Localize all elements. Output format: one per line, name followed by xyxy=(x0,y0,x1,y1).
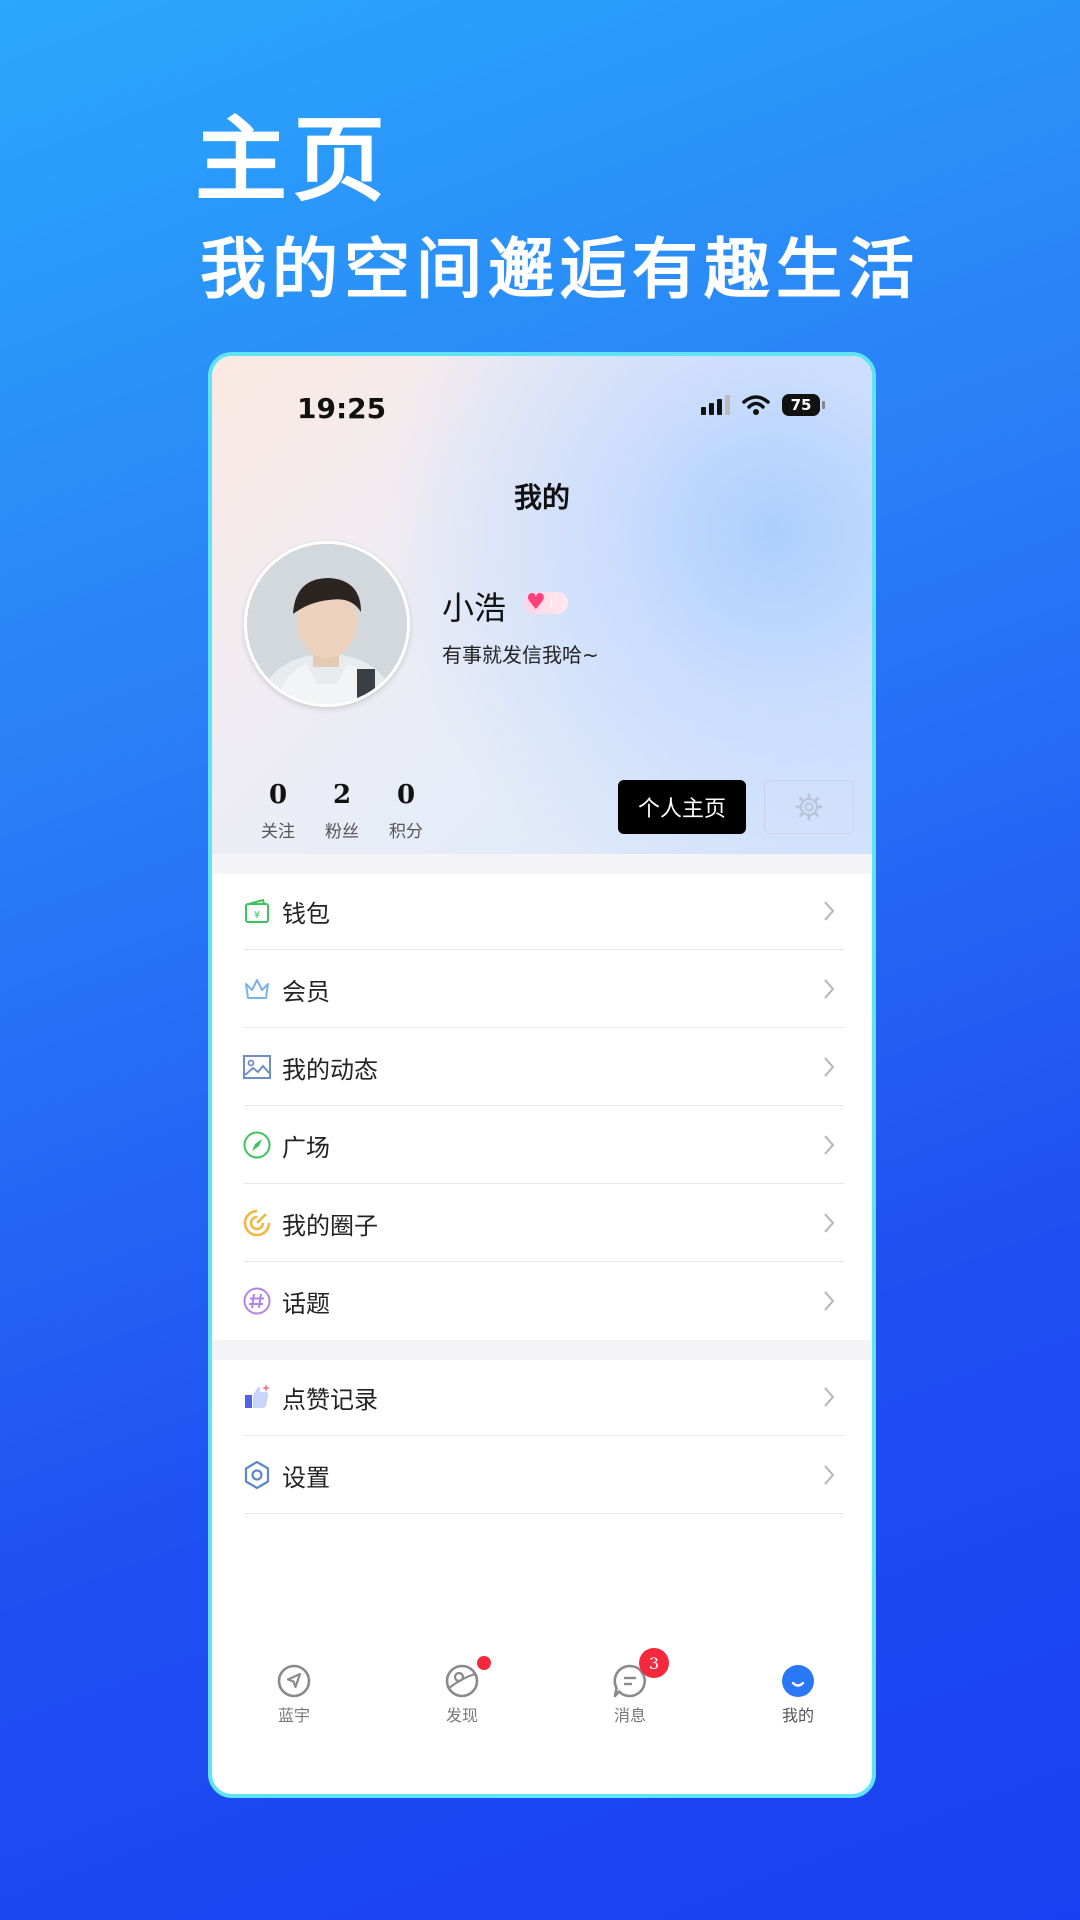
gear-icon xyxy=(795,793,823,821)
menu-item-my-circles[interactable]: 我的圈子 xyxy=(212,1184,872,1262)
like-icon xyxy=(242,1382,272,1412)
chevron-right-icon xyxy=(824,1213,835,1233)
hero-subtitle: 我的空间邂逅有趣生活 xyxy=(200,231,920,308)
hashtag-icon xyxy=(242,1286,272,1316)
user-name: 小浩 xyxy=(442,589,507,627)
menu-item-wallet[interactable]: ¥ 钱包 xyxy=(212,872,872,950)
compass-icon xyxy=(242,1130,272,1160)
personal-home-button[interactable]: 个人主页 xyxy=(618,780,746,834)
chevron-right-icon xyxy=(824,1387,835,1407)
page-title: 我的 xyxy=(513,481,570,514)
bottom-tab-bar: 蓝宇 发现 3 消息 我的 xyxy=(212,1648,872,1744)
stat-label: 粉丝 xyxy=(325,822,359,843)
menu-label: 广场 xyxy=(282,1133,330,1162)
image-icon xyxy=(242,1052,272,1082)
heart-icon: ♥ xyxy=(526,590,546,615)
chevron-right-icon xyxy=(824,1057,835,1077)
menu-label: 会员 xyxy=(282,977,330,1006)
tab-lanyu[interactable]: 蓝宇 xyxy=(254,1664,334,1726)
user-bio: 有事就发信我哈~ xyxy=(442,643,599,667)
chevron-right-icon xyxy=(824,1465,835,1485)
tab-label: 我的 xyxy=(781,1706,814,1725)
navigate-icon xyxy=(277,1664,311,1698)
menu-label: 我的圈子 xyxy=(282,1211,378,1240)
svg-text:¥: ¥ xyxy=(254,910,260,921)
menu-item-settings[interactable]: 设置 xyxy=(212,1436,872,1514)
tab-label: 消息 xyxy=(613,1706,646,1725)
section-divider xyxy=(212,854,872,874)
phone-frame: 19:25 75 我的 小浩 ♥ 1 有事就发信我哈~ 0 关注 2 粉丝 0 … xyxy=(208,352,876,1798)
menu-item-topics[interactable]: 话题 xyxy=(212,1262,872,1340)
level-number: 1 xyxy=(547,596,555,610)
tab-messages[interactable]: 3 消息 xyxy=(590,1648,670,1726)
stat-following[interactable]: 0 关注 xyxy=(246,780,310,842)
stat-points[interactable]: 0 积分 xyxy=(374,780,438,842)
menu-label: 点赞记录 xyxy=(282,1385,378,1414)
wallet-icon: ¥ xyxy=(242,896,272,926)
menu-item-square[interactable]: 广场 xyxy=(212,1106,872,1184)
settings-gear-button[interactable] xyxy=(764,780,854,834)
menu-label: 钱包 xyxy=(282,899,330,928)
menu-label: 我的动态 xyxy=(282,1055,378,1084)
crown-icon xyxy=(242,974,272,1004)
level-badge: ♥ 1 xyxy=(524,592,568,614)
chevron-right-icon xyxy=(824,1291,835,1311)
stat-label: 积分 xyxy=(389,822,423,843)
circle-icon xyxy=(242,1208,272,1238)
tab-discover[interactable]: 发现 xyxy=(422,1656,502,1726)
discover-icon xyxy=(445,1656,491,1698)
wifi-icon xyxy=(742,395,770,415)
status-time: 19:25 xyxy=(297,392,387,425)
chevron-right-icon xyxy=(824,1135,835,1155)
stat-value: 0 xyxy=(396,780,416,810)
unread-count-badge: 3 xyxy=(639,1648,669,1678)
notification-dot xyxy=(477,1656,491,1670)
battery-icon: 75 xyxy=(782,394,825,416)
menu-item-vip[interactable]: 会员 xyxy=(212,950,872,1028)
signal-icon xyxy=(701,395,730,415)
menu-group-secondary: 点赞记录 设置 xyxy=(212,1358,872,1514)
message-icon: 3 xyxy=(613,1648,669,1698)
menu-item-my-posts[interactable]: 我的动态 xyxy=(212,1028,872,1106)
tab-label: 蓝宇 xyxy=(277,1706,310,1725)
settings-icon xyxy=(242,1460,272,1490)
chevron-right-icon xyxy=(824,979,835,999)
stat-label: 关注 xyxy=(261,822,295,843)
stats-row: 0 关注 2 粉丝 0 积分 xyxy=(246,780,438,842)
tab-mine[interactable]: 我的 xyxy=(758,1664,838,1726)
stat-followers[interactable]: 2 粉丝 xyxy=(310,780,374,842)
menu-label: 话题 xyxy=(282,1289,330,1318)
stat-value: 2 xyxy=(332,780,352,810)
avatar[interactable] xyxy=(244,541,410,707)
hero-title: 主页 xyxy=(195,107,392,214)
menu-label: 设置 xyxy=(282,1463,330,1492)
tab-label: 发现 xyxy=(445,1706,478,1725)
menu-item-like-history[interactable]: 点赞记录 xyxy=(212,1358,872,1436)
chevron-right-icon xyxy=(824,901,835,921)
avatar-portrait xyxy=(247,544,407,704)
status-icons: 75 xyxy=(701,394,825,416)
menu-group-primary: ¥ 钱包 会员 我的动态 广场 我的圈子 话题 xyxy=(212,872,872,1340)
profile-icon xyxy=(781,1664,815,1698)
section-divider xyxy=(212,1340,872,1360)
stat-value: 0 xyxy=(268,780,288,810)
